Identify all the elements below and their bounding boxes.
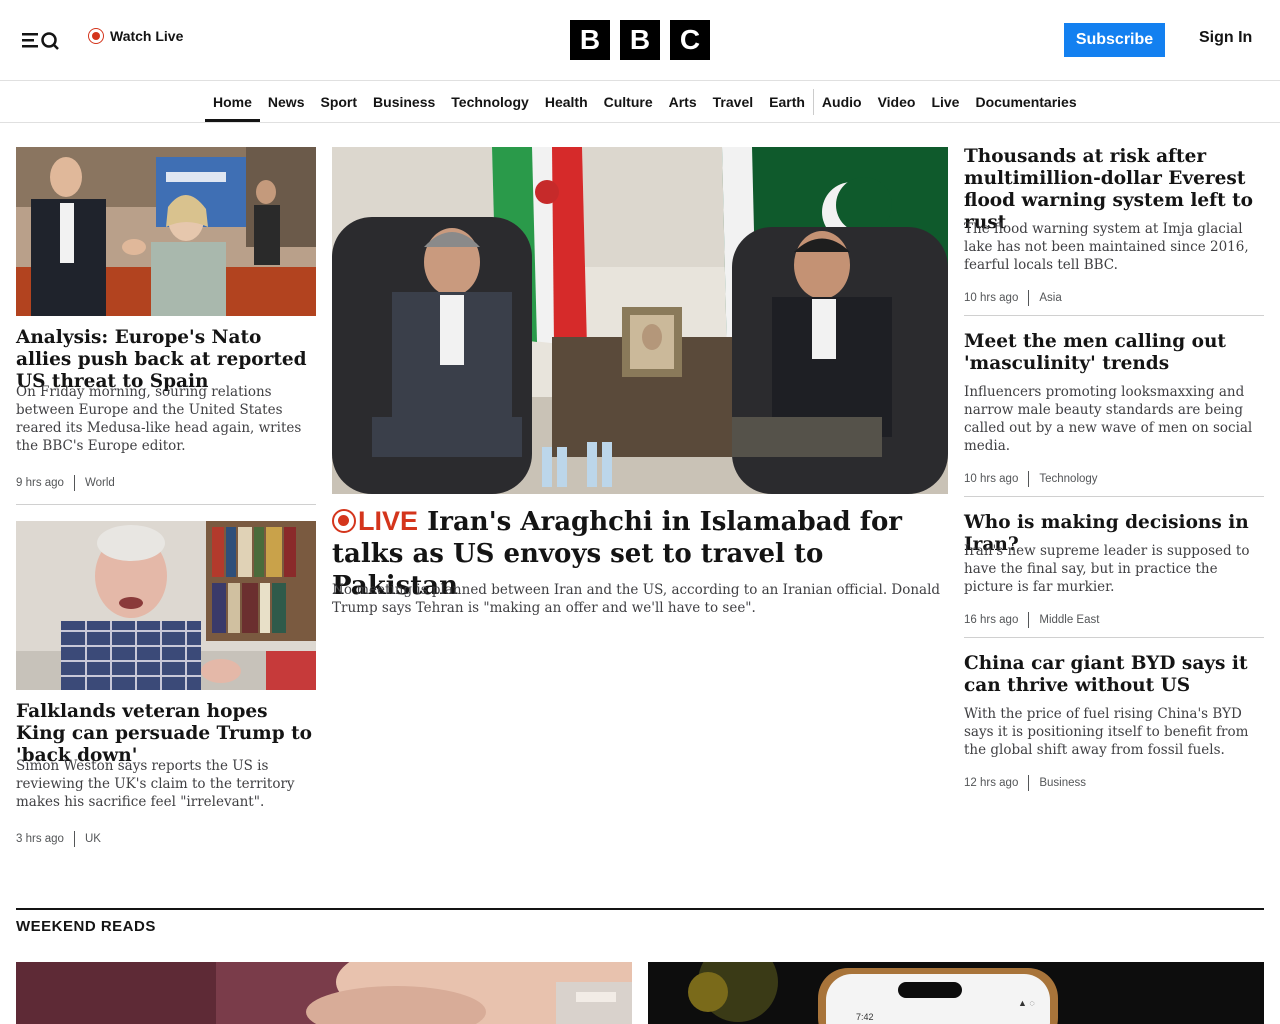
weekend-story-image-1[interactable] — [16, 962, 632, 1024]
photo-veteran-image — [16, 521, 316, 690]
story-time: 10 hrs ago — [964, 292, 1019, 304]
story-divider — [16, 504, 316, 505]
logo-letter: B — [570, 20, 610, 60]
story-meta: 9 hrs ago World — [16, 475, 115, 491]
story-category-link[interactable]: UK — [75, 833, 101, 845]
nav-item-news[interactable]: News — [260, 81, 313, 122]
story-time: 10 hrs ago — [964, 473, 1019, 485]
logo-letter: C — [670, 20, 710, 60]
live-label: LIVE — [358, 506, 419, 536]
story-category-link[interactable]: World — [75, 477, 115, 489]
story-meta: 3 hrs ago UK — [16, 831, 101, 847]
story-time: 9 hrs ago — [16, 477, 64, 489]
main-story-summary: No meeting is planned between Iran and t… — [332, 582, 941, 616]
nav-item-arts[interactable]: Arts — [661, 81, 705, 122]
photo-hands-image — [16, 962, 632, 1024]
watch-live-label: Watch Live — [110, 28, 184, 44]
story-category-link[interactable]: Asia — [1029, 292, 1061, 304]
live-icon — [88, 28, 104, 44]
section-title: WEEKEND READS — [16, 918, 156, 935]
story-headline[interactable]: China car giant BYD says it can thrive w… — [964, 653, 1264, 697]
bbc-logo[interactable]: B B C — [570, 20, 710, 60]
nav-item-business[interactable]: Business — [365, 81, 443, 122]
live-icon — [332, 509, 356, 533]
menu-icon — [22, 32, 59, 50]
story-time: 16 hrs ago — [964, 614, 1019, 626]
photo-leaders-image — [16, 147, 316, 316]
phone-time-text: 7:42 — [856, 1012, 874, 1022]
nav-item-video[interactable]: Video — [870, 81, 924, 122]
nav-item-live[interactable]: Live — [923, 81, 967, 122]
story-divider — [964, 637, 1264, 638]
nav-item-home[interactable]: Home — [205, 81, 260, 122]
nav-item-culture[interactable]: Culture — [596, 81, 661, 122]
photo-diplomats-image — [332, 147, 948, 494]
story-meta: 16 hrs ago Middle East — [964, 612, 1099, 628]
subscribe-button[interactable]: Subscribe — [1064, 23, 1165, 57]
story-time: 3 hrs ago — [16, 833, 64, 845]
story-summary: The flood warning system at Imja glacial… — [964, 221, 1249, 273]
story-meta: 12 hrs ago Business — [964, 775, 1086, 791]
nav-item-health[interactable]: Health — [537, 81, 596, 122]
story-category-link[interactable]: Business — [1029, 777, 1086, 789]
story-headline[interactable]: Meet the men calling out 'masculinity' t… — [964, 331, 1264, 375]
story-meta: 10 hrs ago Technology — [964, 471, 1098, 487]
story-divider — [964, 315, 1264, 316]
nav-item-earth[interactable]: Earth — [761, 81, 813, 122]
story-divider — [964, 496, 1264, 497]
nav-items: Home News Sport Business Technology Heal… — [205, 81, 1085, 122]
story-category-link[interactable]: Technology — [1029, 473, 1097, 485]
story-image-nato[interactable] — [16, 147, 316, 316]
nav-item-technology[interactable]: Technology — [443, 81, 537, 122]
story-category-link[interactable]: Middle East — [1029, 614, 1099, 626]
story-summary: With the price of fuel rising China's BY… — [964, 706, 1249, 758]
section-rule — [16, 908, 1264, 910]
nav-item-audio[interactable]: Audio — [814, 81, 870, 122]
story-summary: Influencers promoting looksmaxxing and n… — [964, 384, 1253, 454]
story-summary: On Friday morning, souring relations bet… — [16, 384, 302, 454]
nav-item-sport[interactable]: Sport — [312, 81, 365, 122]
photo-phone-image: 7:42 ▲ ◌ — [648, 962, 1264, 1024]
main-nav: Home News Sport Business Technology Heal… — [0, 81, 1280, 123]
nav-item-travel[interactable]: Travel — [705, 81, 761, 122]
weekend-story-image-2[interactable]: 7:42 ▲ ◌ — [648, 962, 1264, 1024]
nav-item-documentaries[interactable]: Documentaries — [967, 81, 1084, 122]
story-summary: Iran's new supreme leader is supposed to… — [964, 543, 1250, 595]
main-story-image[interactable] — [332, 147, 948, 494]
logo-letter: B — [620, 20, 660, 60]
menu-search-button[interactable] — [20, 26, 64, 54]
watch-live-link[interactable]: Watch Live — [88, 28, 183, 44]
site-header: Watch Live B B C Subscribe Sign In — [0, 0, 1280, 81]
phone-status-icons: ▲ ◌ — [1018, 998, 1035, 1008]
sign-in-link[interactable]: Sign In — [1199, 29, 1252, 47]
story-image-falklands[interactable] — [16, 521, 316, 690]
story-time: 12 hrs ago — [964, 777, 1019, 789]
story-summary: Simon Weston says reports the US is revi… — [16, 758, 295, 810]
story-meta: 10 hrs ago Asia — [964, 290, 1062, 306]
